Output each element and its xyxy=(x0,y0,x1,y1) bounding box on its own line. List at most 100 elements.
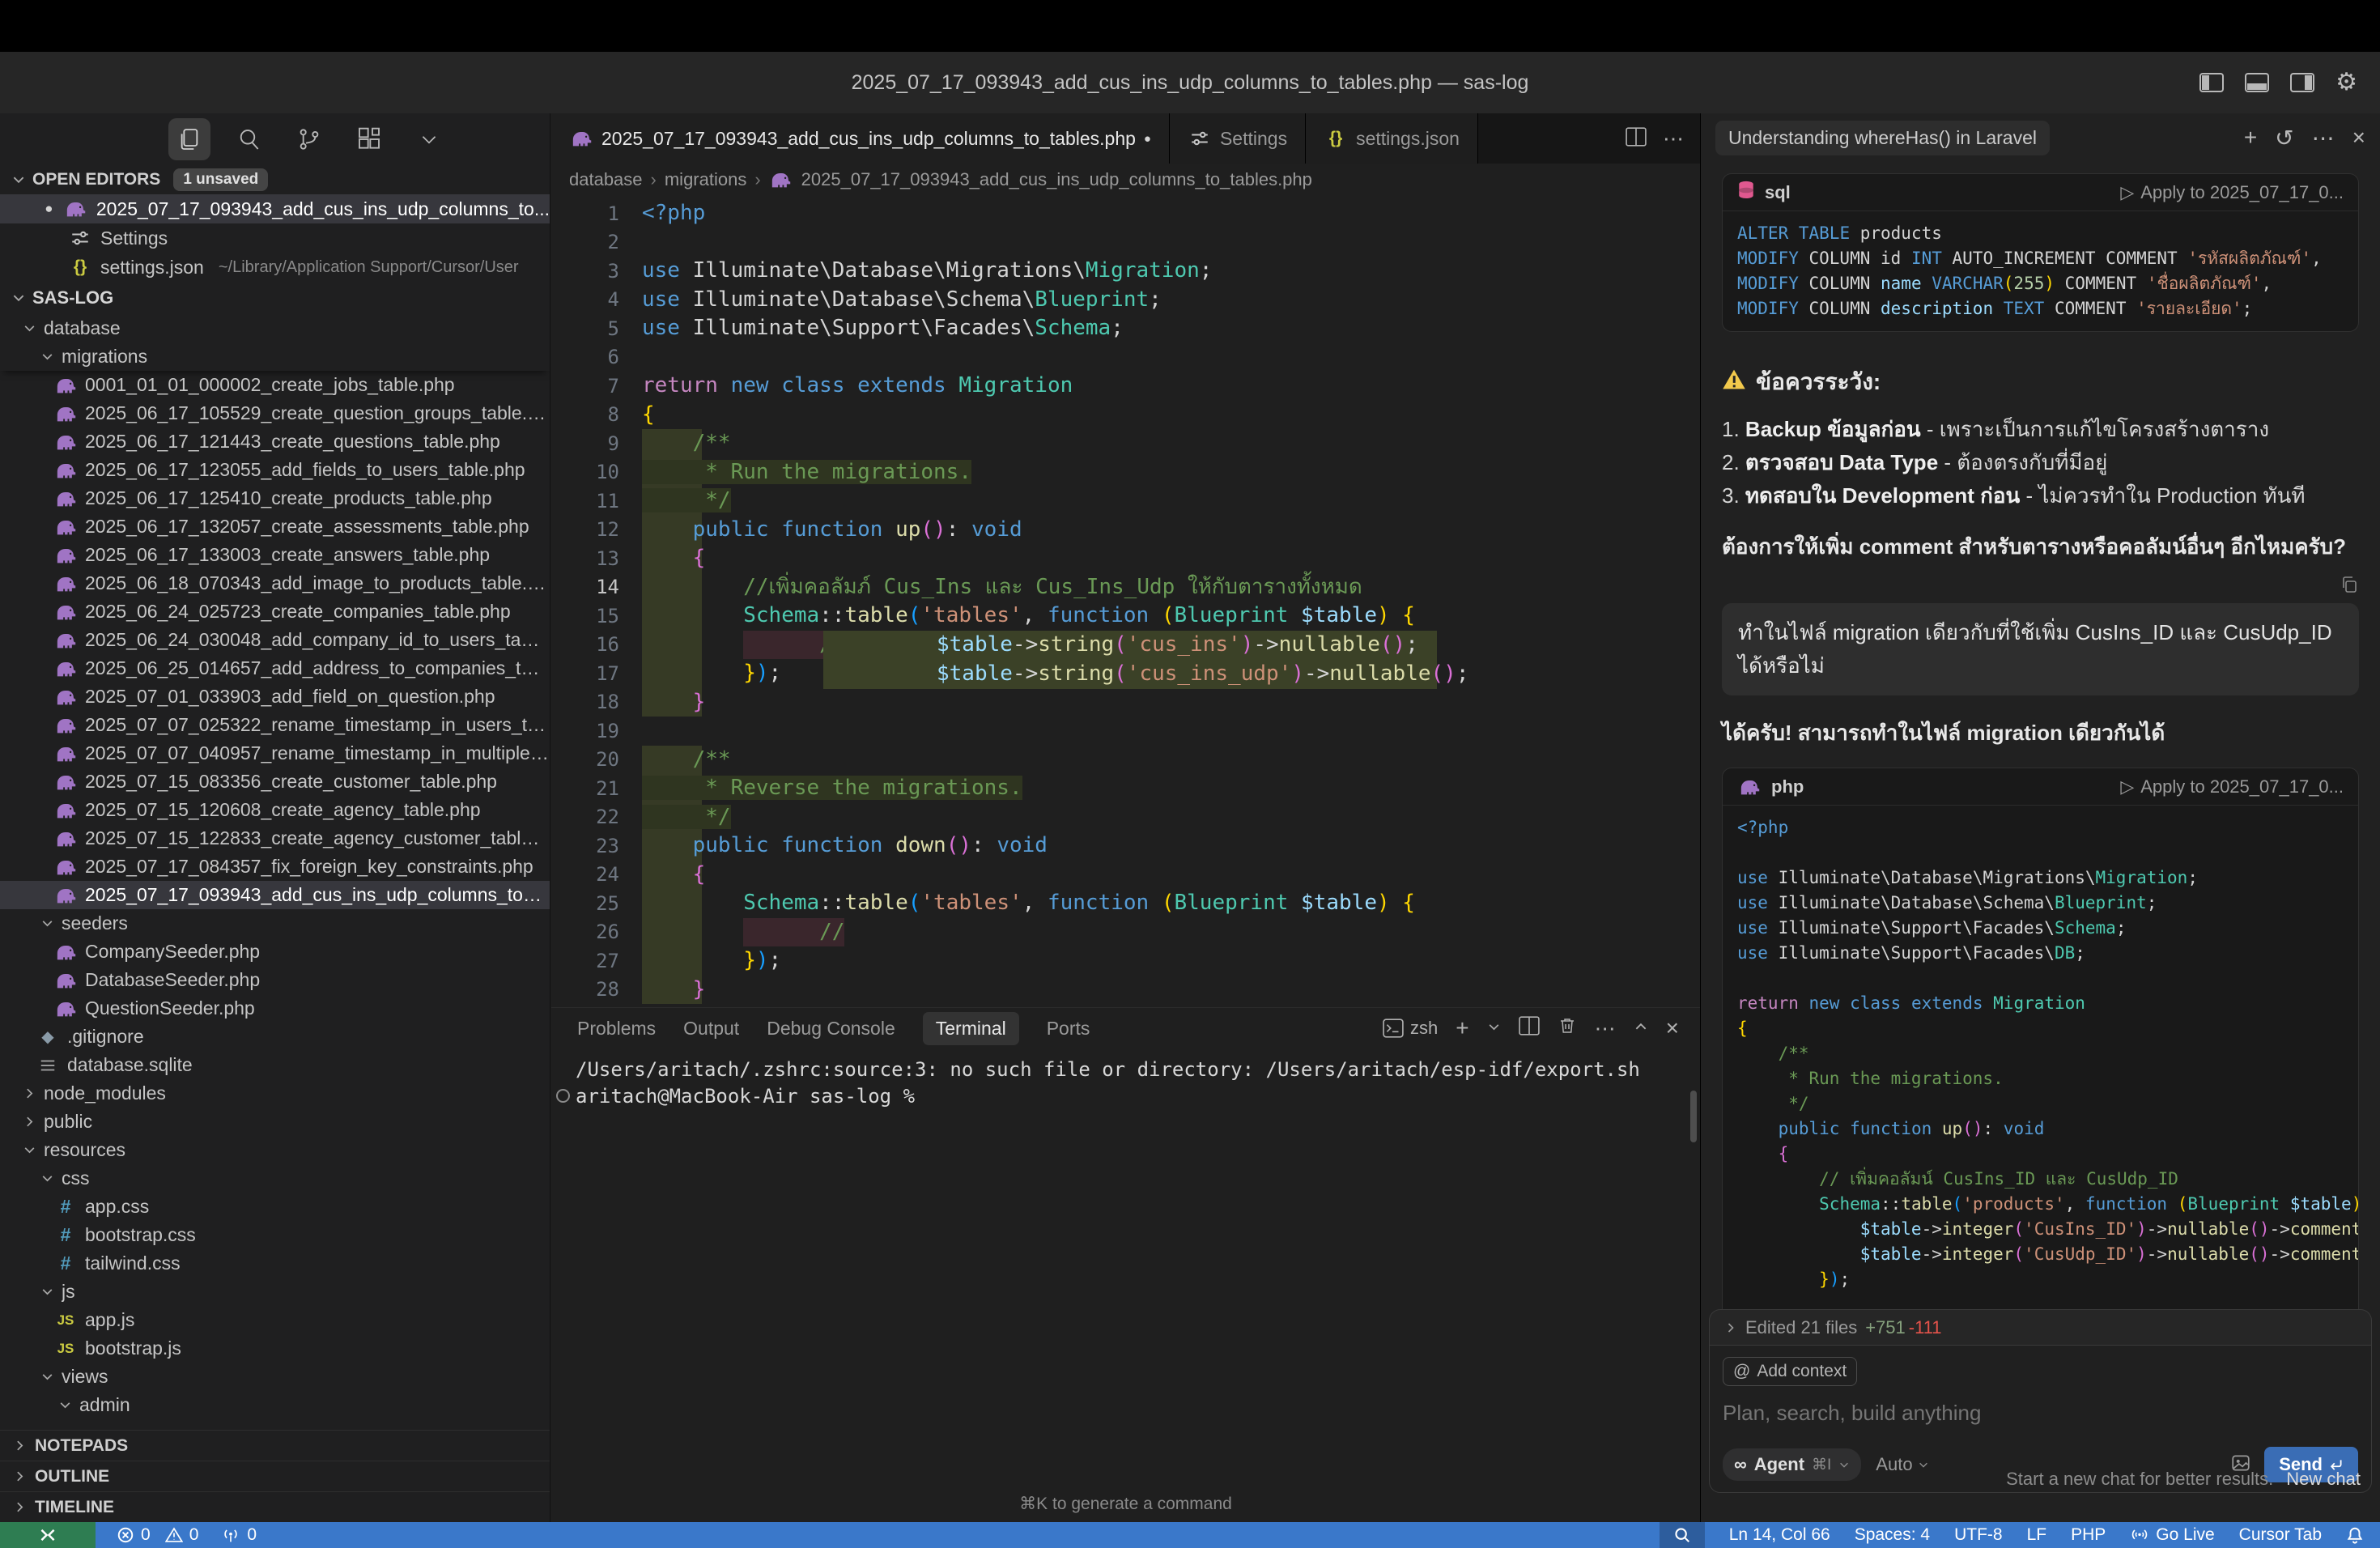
panel-tab-ports[interactable]: Ports xyxy=(1047,1012,1090,1045)
panel-tab-output[interactable]: Output xyxy=(683,1012,739,1045)
chat-more-icon[interactable]: ⋯ xyxy=(2312,125,2335,151)
code-editor[interactable]: 1<?php23use Illuminate\Database\Migratio… xyxy=(551,196,1700,1007)
tree-file-2025-07-07-025322-rename-timestamp-in-users-tab...[interactable]: 2025_07_07_025322_rename_timestamp_in_us… xyxy=(0,711,550,739)
tree-file-2025-07-17-084357-fix-foreign-key-constraints.php[interactable]: 2025_07_17_084357_fix_foreign_key_constr… xyxy=(0,853,550,881)
tree-file-2025-06-25-014657-add-address-to-companies-tabl...[interactable]: 2025_06_25_014657_add_address_to_compani… xyxy=(0,654,550,683)
tree-file-.gitignore[interactable]: ◆.gitignore xyxy=(0,1023,550,1051)
breadcrumb[interactable]: database› migrations› 2025_07_17_093943_… xyxy=(551,164,1700,196)
panel-tab-problems[interactable]: Problems xyxy=(577,1012,656,1045)
tree-file-2025-07-01-033903-add-field-on-question.php[interactable]: 2025_07_01_033903_add_field_on_question.… xyxy=(0,683,550,711)
section-outline[interactable]: OUTLINE xyxy=(0,1461,550,1491)
status-spaces-4[interactable]: Spaces: 4 xyxy=(1855,1525,1930,1545)
maximize-panel-icon[interactable] xyxy=(1634,1018,1648,1039)
tree-file-app.js[interactable]: JSapp.js xyxy=(0,1306,550,1334)
tree-file-2025-06-24-025723-create-companies-table.php[interactable]: 2025_06_24_025723_create_companies_table… xyxy=(0,598,550,626)
tree-file-database.sqlite[interactable]: database.sqlite xyxy=(0,1051,550,1079)
problems-status[interactable]: 0 0 xyxy=(117,1525,198,1545)
tree-folder-js[interactable]: js xyxy=(0,1278,550,1306)
apply-button[interactable]: ▷Apply to 2025_07_17_0... xyxy=(2120,776,2344,797)
toggle-secondary-sidebar-icon[interactable] xyxy=(2290,73,2314,92)
tree-folder-resources[interactable]: resources xyxy=(0,1136,550,1164)
source-control-icon[interactable] xyxy=(288,118,330,160)
workspace-header[interactable]: SAS-LOG xyxy=(0,282,550,314)
status-cursor-tab[interactable]: Cursor Tab xyxy=(2239,1525,2322,1545)
status-go-live[interactable]: Go Live xyxy=(2130,1525,2214,1545)
tree-folder-admin[interactable]: admin xyxy=(0,1391,550,1419)
tree-folder-css[interactable]: css xyxy=(0,1164,550,1193)
tree-folder-node-modules[interactable]: node_modules xyxy=(0,1079,550,1108)
ai-inline-suggestion[interactable]: $table->string('cus_ins')->nullable();$t… xyxy=(823,631,1437,689)
tree-file-tailwind.css[interactable]: #tailwind.css xyxy=(0,1249,550,1278)
apply-button[interactable]: ▷Apply to 2025_07_17_0... xyxy=(2120,182,2344,203)
status-search[interactable] xyxy=(1660,1522,1705,1548)
tab-settings.json[interactable]: {}settings.json xyxy=(1306,113,1478,164)
open-editors-header[interactable]: OPEN EDITORS 1 unsaved xyxy=(0,165,550,194)
status-lf[interactable]: LF xyxy=(2027,1525,2047,1545)
terminal[interactable]: /Users/aritach/.zshrc:source:3: no such … xyxy=(551,1048,1700,1110)
settings-gear-icon[interactable]: ⚙ xyxy=(2335,70,2357,95)
new-chat-button[interactable]: New chat xyxy=(2286,1469,2361,1490)
copy-message-icon[interactable] xyxy=(2340,575,2359,598)
tree-folder-database[interactable]: database xyxy=(0,314,550,342)
terminal-more-icon[interactable]: ⋯ xyxy=(1595,1016,1616,1041)
tree-file-databaseseeder.php[interactable]: DatabaseSeeder.php xyxy=(0,966,550,994)
model-selector[interactable]: Auto xyxy=(1876,1454,1928,1475)
editor-more-icon[interactable]: ⋯ xyxy=(1663,126,1684,151)
tree-file-2025-06-17-121443-create-questions-table.php[interactable]: 2025_06_17_121443_create_questions_table… xyxy=(0,427,550,456)
terminal-dropdown-icon[interactable] xyxy=(1487,1018,1501,1039)
toggle-primary-sidebar-icon[interactable] xyxy=(2199,73,2224,92)
section-timeline[interactable]: TIMELINE xyxy=(0,1491,550,1522)
tree-file-2025-06-17-125410-create-products-table.php[interactable]: 2025_06_17_125410_create_products_table.… xyxy=(0,484,550,512)
open-editor-item[interactable]: {}settings.json~/Library/Application Sup… xyxy=(0,253,550,282)
tree-file-2025-06-17-133003-create-answers-table.php[interactable]: 2025_06_17_133003_create_answers_table.p… xyxy=(0,541,550,569)
tree-file-bootstrap.css[interactable]: #bootstrap.css xyxy=(0,1221,550,1249)
new-chat-plus-icon[interactable]: + xyxy=(2244,125,2257,151)
tree-file-questionseeder.php[interactable]: QuestionSeeder.php xyxy=(0,994,550,1023)
chat-history-icon[interactable]: ↺ xyxy=(2275,125,2293,151)
tree-file-2025-07-17-093943-add-cus-ins-udp-columns-to-ta...[interactable]: 2025_07_17_093943_add_cus_ins_udp_column… xyxy=(0,881,550,909)
ports-status[interactable]: 0 xyxy=(221,1525,257,1545)
tree-folder-migrations[interactable]: migrations xyxy=(0,342,550,371)
new-terminal-icon[interactable]: + xyxy=(1456,1015,1468,1041)
terminal-shell[interactable]: zsh xyxy=(1383,1018,1438,1039)
status-bell[interactable] xyxy=(2346,1526,2364,1544)
tree-file-2025-06-18-070343-add-image-to-products-table.p...[interactable]: 2025_06_18_070343_add_image_to_products_… xyxy=(0,569,550,598)
chat-close-icon[interactable]: × xyxy=(2352,125,2365,151)
add-context-chip[interactable]: @Add context xyxy=(1723,1357,1857,1386)
split-editor-icon[interactable] xyxy=(1626,127,1647,151)
tree-file-0001-01-01-000002-create-jobs-table.php[interactable]: 0001_01_01_000002_create_jobs_table.php xyxy=(0,371,550,399)
split-terminal-icon[interactable] xyxy=(1519,1016,1540,1040)
tree-folder-public[interactable]: public xyxy=(0,1108,550,1136)
status-php[interactable]: PHP xyxy=(2071,1525,2106,1545)
tree-file-2025-07-07-040957-rename-timestamp-in-multiple-t...[interactable]: 2025_07_07_040957_rename_timestamp_in_mu… xyxy=(0,739,550,768)
chat-input[interactable]: Plan, search, build anything xyxy=(1723,1401,2358,1426)
tree-folder-seeders[interactable]: seeders xyxy=(0,909,550,938)
close-panel-icon[interactable]: × xyxy=(1666,1015,1679,1041)
search-icon[interactable] xyxy=(228,118,270,160)
tab-settings[interactable]: Settings xyxy=(1170,113,1306,164)
agent-mode-selector[interactable]: ∞ Agent ⌘I xyxy=(1723,1448,1861,1481)
status-ln-14-col-66[interactable]: Ln 14, Col 66 xyxy=(1729,1525,1830,1545)
toggle-panel-icon[interactable] xyxy=(2245,73,2269,92)
status-utf-8[interactable]: UTF-8 xyxy=(1954,1525,2003,1545)
tree-file-2025-06-17-123055-add-fields-to-users-table.php[interactable]: 2025_06_17_123055_add_fields_to_users_ta… xyxy=(0,456,550,484)
tree-folder-views[interactable]: views xyxy=(0,1363,550,1391)
panel-tab-debug-console[interactable]: Debug Console xyxy=(767,1012,895,1045)
chat-tab[interactable]: Understanding whereHas() in Laravel xyxy=(1715,121,2050,155)
extensions-icon[interactable] xyxy=(348,118,390,160)
open-editor-item[interactable]: ●2025_07_17_093943_add_cus_ins_udp_colum… xyxy=(0,194,550,223)
tree-file-2025-07-15-122833-create-agency-customer-table.p...[interactable]: 2025_07_15_122833_create_agency_customer… xyxy=(0,824,550,853)
open-editor-item[interactable]: Settings xyxy=(0,223,550,253)
kill-terminal-icon[interactable] xyxy=(1558,1016,1577,1040)
tree-file-2025-06-17-105529-create-question-groups-table.php[interactable]: 2025_06_17_105529_create_question_groups… xyxy=(0,399,550,427)
tab-2025-07-17-093943-add-cus-ins-udp-columns-to-tables.php[interactable]: 2025_07_17_093943_add_cus_ins_udp_column… xyxy=(551,113,1170,164)
panel-tab-terminal[interactable]: Terminal xyxy=(923,1012,1019,1045)
edited-files-row[interactable]: Edited 21 files +751-111 xyxy=(1709,1309,2372,1345)
more-views-chevron-icon[interactable] xyxy=(408,118,450,160)
tree-file-2025-06-17-132057-create-assessments-table.php[interactable]: 2025_06_17_132057_create_assessments_tab… xyxy=(0,512,550,541)
tree-file-bootstrap.js[interactable]: JSbootstrap.js xyxy=(0,1334,550,1363)
explorer-icon[interactable] xyxy=(168,118,210,160)
tree-file-companyseeder.php[interactable]: CompanySeeder.php xyxy=(0,938,550,966)
terminal-scrollbar[interactable] xyxy=(1690,1091,1697,1142)
remote-indicator[interactable] xyxy=(0,1522,96,1548)
